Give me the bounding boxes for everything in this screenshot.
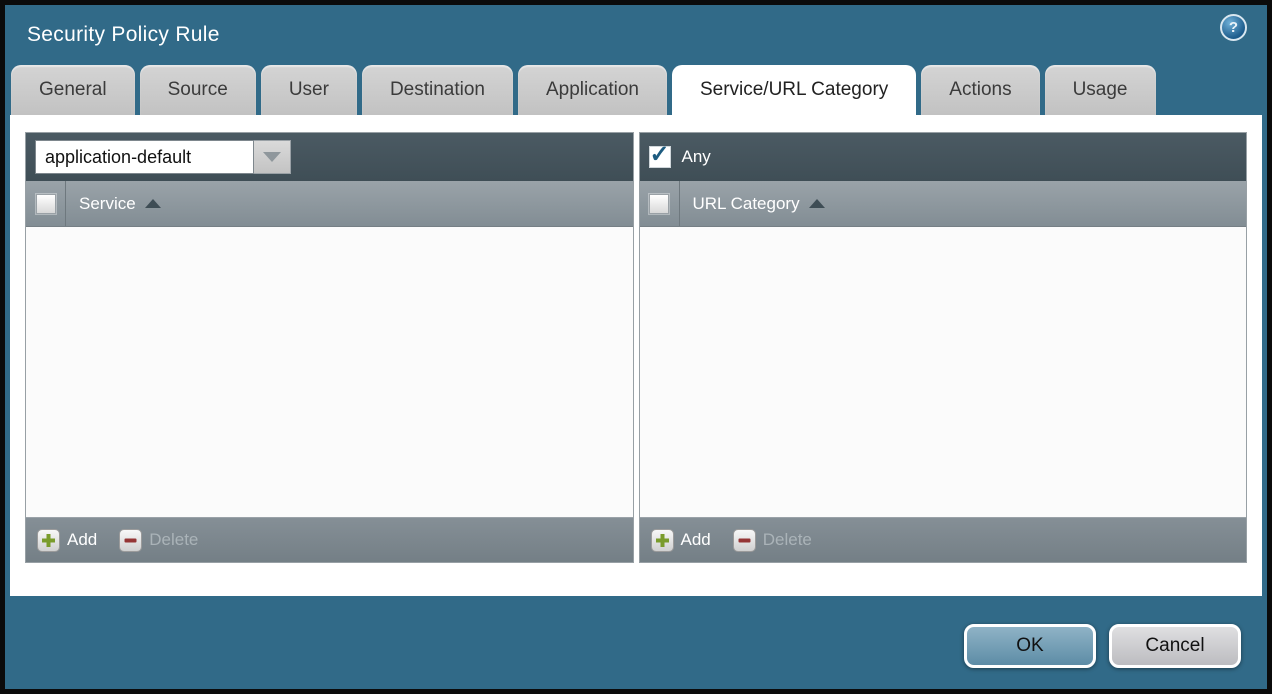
service-table-header: Service [26,181,633,227]
checkmark-icon: ✓ [649,143,669,167]
tab-user[interactable]: User [261,65,357,115]
chevron-down-icon [263,152,281,162]
url-category-selectall-checkbox[interactable] [649,194,669,214]
dialog-button-row: OK Cancel [964,624,1241,668]
any-checkbox[interactable]: ✓ [649,146,671,168]
plus-icon [651,529,674,552]
security-policy-rule-dialog: Security Policy Rule ? General Source Us… [5,5,1267,689]
url-category-delete-button[interactable]: Delete [733,529,812,552]
tab-strip: General Source User Destination Applicat… [5,65,1267,115]
sort-ascending-icon [809,199,825,208]
url-category-toolbar: ✓ Any [640,133,1247,181]
service-list [26,227,633,517]
dialog-title: Security Policy Rule [27,23,220,47]
service-selectall-checkbox[interactable] [36,194,56,214]
tab-general[interactable]: General [11,65,135,115]
cancel-button[interactable]: Cancel [1109,624,1241,668]
tab-content: application-default Service [10,115,1262,596]
sort-ascending-icon [145,199,161,208]
service-type-combobox: application-default [35,140,291,174]
service-column-label: Service [79,194,136,214]
service-add-label: Add [67,530,97,550]
panels-container: application-default Service [25,132,1247,563]
url-category-list [640,227,1247,517]
service-delete-label: Delete [149,530,198,550]
service-panel: application-default Service [25,132,634,563]
url-category-column-label: URL Category [693,194,800,214]
tab-source[interactable]: Source [140,65,256,115]
url-category-column-header[interactable]: URL Category [680,181,825,226]
service-add-button[interactable]: Add [37,529,97,552]
plus-icon [37,529,60,552]
service-type-dropdown-button[interactable] [254,140,291,174]
tab-application[interactable]: Application [518,65,667,115]
service-type-input[interactable]: application-default [35,140,254,174]
minus-icon [119,529,142,552]
url-category-add-label: Add [681,530,711,550]
url-category-selectall-cell [640,181,680,226]
url-category-add-button[interactable]: Add [651,529,711,552]
minus-icon [733,529,756,552]
service-toolbar: application-default [26,133,633,181]
tab-usage[interactable]: Usage [1045,65,1156,115]
dialog-titlebar: Security Policy Rule ? [5,5,1267,65]
service-column-header[interactable]: Service [66,181,161,226]
service-delete-button[interactable]: Delete [119,529,198,552]
tab-service-url-category[interactable]: Service/URL Category [672,65,916,115]
help-icon[interactable]: ? [1220,14,1247,41]
any-checkbox-label: Any [682,147,711,167]
ok-button[interactable]: OK [964,624,1096,668]
tab-actions[interactable]: Actions [921,65,1039,115]
service-footer: Add Delete [26,517,633,562]
service-selectall-cell [26,181,66,226]
url-category-table-header: URL Category [640,181,1247,227]
url-category-footer: Add Delete [640,517,1247,562]
url-category-delete-label: Delete [763,530,812,550]
tab-destination[interactable]: Destination [362,65,513,115]
url-category-panel: ✓ Any URL Category [639,132,1248,563]
screen: Security Policy Rule ? General Source Us… [0,0,1272,694]
